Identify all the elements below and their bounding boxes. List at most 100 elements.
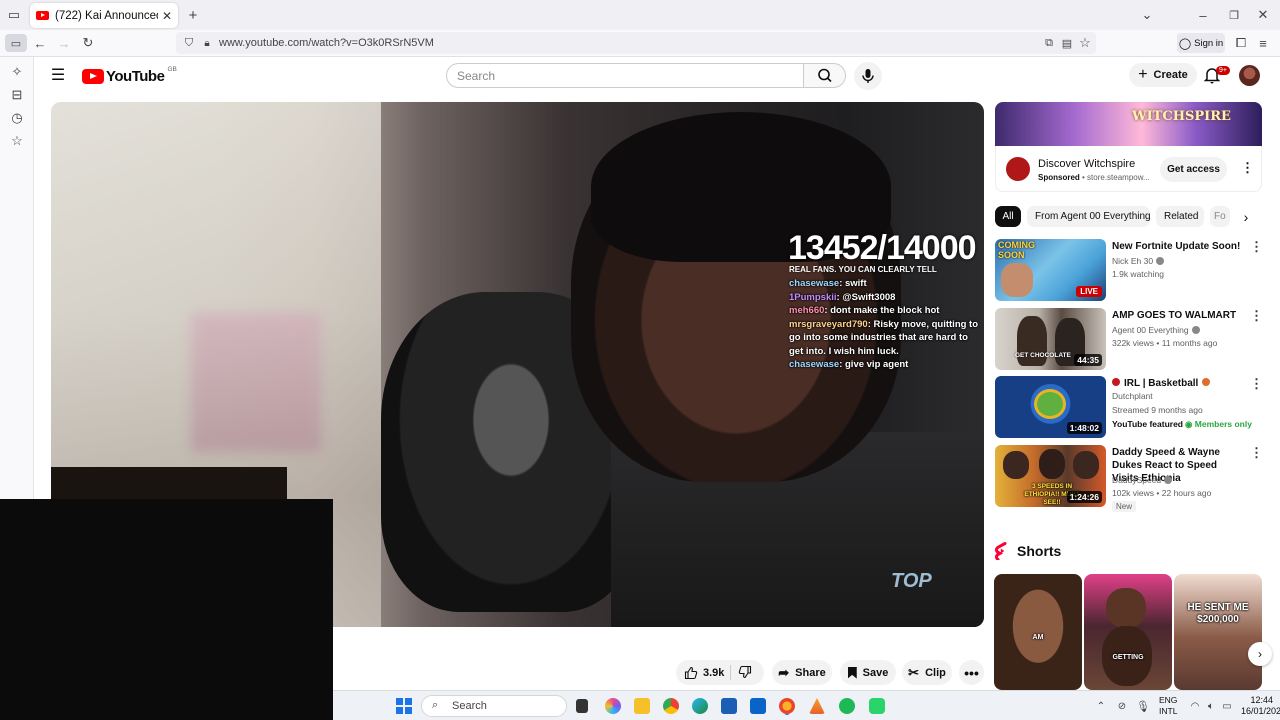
- store-icon[interactable]: [721, 698, 737, 714]
- more-options-icon[interactable]: ⋮: [1250, 376, 1263, 392]
- taskbar-search[interactable]: ⌕ Search: [421, 695, 567, 717]
- app-icon[interactable]: [809, 698, 825, 714]
- like-button[interactable]: 3.9k: [684, 666, 724, 680]
- thumbnail-face: [1001, 263, 1033, 297]
- more-options-icon[interactable]: ⋮: [1250, 239, 1263, 255]
- thumbnail[interactable]: 1:48:02: [995, 376, 1106, 438]
- outlook-icon[interactable]: [750, 698, 766, 714]
- bookmark-star-icon[interactable]: ☆: [1078, 35, 1092, 51]
- more-options-icon[interactable]: ⋮: [1250, 445, 1263, 461]
- thumbnail[interactable]: 3 SPEEDS IN ETHIOPIA!! MUST SEE!! 1:24:2…: [995, 445, 1106, 507]
- share-button[interactable]: ➦ Share: [772, 660, 832, 685]
- close-window-icon[interactable]: ✕: [1256, 7, 1270, 23]
- history-icon[interactable]: ◷: [10, 110, 24, 125]
- forward-icon[interactable]: →: [57, 35, 71, 51]
- recommendation-item[interactable]: GET CHOCOLATE 44:35 AMP GOES TO WALMART …: [995, 308, 1263, 372]
- app-icon[interactable]: [869, 698, 885, 714]
- bookmarks-icon[interactable]: ☆: [10, 133, 24, 148]
- picture-in-picture-icon[interactable]: ⧉: [1042, 35, 1056, 51]
- ad-title[interactable]: Discover Witchspire: [1038, 158, 1135, 170]
- new-tab-icon[interactable]: +: [186, 7, 200, 24]
- short-item[interactable]: AM: [994, 574, 1082, 690]
- list-all-tabs-icon[interactable]: ⌄: [1140, 7, 1154, 23]
- search-icon: ⌕: [432, 699, 439, 711]
- recommendation-item[interactable]: 1:48:02 IRL | Basketball Dutchplant Stre…: [995, 376, 1263, 440]
- hamburger-menu-icon[interactable]: ☰: [50, 67, 66, 84]
- volume-icon[interactable]: 🔈︎: [1205, 699, 1217, 713]
- language-indicator[interactable]: ENG INTL: [1159, 695, 1177, 717]
- channel-name: DaddySpeed: [1112, 475, 1173, 485]
- ai-chat-icon[interactable]: ✧: [10, 64, 24, 79]
- video-title-text: IRL | Basketball: [1124, 378, 1199, 389]
- tab-list-icon[interactable]: ▭: [6, 7, 22, 22]
- overlapping-window[interactable]: [0, 499, 333, 720]
- spotify-icon[interactable]: [839, 698, 855, 714]
- account-avatar[interactable]: [1239, 65, 1260, 86]
- video-watermark: TOP: [891, 570, 932, 592]
- address-bar[interactable]: ⛉ 🔒︎ www.youtube.com/watch?v=O3k0RSrN5VM…: [176, 32, 1096, 54]
- firefox-icon[interactable]: [779, 698, 795, 714]
- chips-next-icon[interactable]: ›: [1238, 208, 1254, 226]
- windows-logo-icon: [396, 698, 403, 705]
- thumbnail[interactable]: GET CHOCOLATE 44:35: [995, 308, 1106, 370]
- thumbs-up-icon: [684, 666, 698, 679]
- task-view-icon[interactable]: [576, 699, 588, 713]
- dislike-button[interactable]: [738, 665, 752, 682]
- browser-tab[interactable]: (722) Kai Announced It's Over... ✕: [30, 3, 178, 28]
- youtube-favicon-icon: [36, 11, 49, 20]
- chip-related[interactable]: Related: [1156, 206, 1204, 227]
- ad-cta-button[interactable]: Get access: [1160, 157, 1227, 182]
- chrome-icon[interactable]: [663, 698, 679, 714]
- recommendation-item[interactable]: COMING SOON LIVE New Fortnite Update Soo…: [995, 239, 1263, 303]
- logo-country: GB: [167, 66, 177, 73]
- sign-in-button[interactable]: ◯ Sign in: [1177, 33, 1225, 53]
- ad-menu-icon[interactable]: ⋮: [1241, 160, 1254, 176]
- tracking-protection-icon[interactable]: ⛉: [182, 35, 196, 51]
- create-button[interactable]: + Create: [1129, 63, 1197, 87]
- featured-label: YouTube featured: [1112, 419, 1183, 429]
- search-input[interactable]: Search: [446, 63, 804, 88]
- more-options-icon[interactable]: ⋮: [1250, 308, 1263, 324]
- chip-all[interactable]: All: [995, 206, 1021, 227]
- extensions-icon[interactable]: ⧠: [1234, 35, 1248, 51]
- recommendation-item[interactable]: 3 SPEEDS IN ETHIOPIA!! MUST SEE!! 1:24:2…: [995, 445, 1263, 512]
- network-off-icon[interactable]: ⊘: [1115, 699, 1129, 713]
- synced-tabs-icon[interactable]: ⊟: [10, 87, 24, 102]
- battery-icon[interactable]: ▭: [1221, 699, 1233, 713]
- copilot-icon[interactable]: [605, 698, 621, 714]
- youtube-logo[interactable]: YouTube GB: [82, 66, 177, 85]
- overlapping-window-preview: [51, 467, 287, 499]
- chip-from-channel[interactable]: From Agent 00 Everything: [1027, 206, 1150, 227]
- restore-icon[interactable]: ❐: [1227, 7, 1241, 23]
- voice-search-button[interactable]: [854, 62, 882, 90]
- microphone-icon[interactable]: 🎙︎: [1136, 699, 1150, 713]
- save-button[interactable]: Save: [840, 660, 896, 685]
- back-icon[interactable]: ←: [33, 35, 47, 51]
- sidebar-toggle-icon[interactable]: ▭: [5, 34, 27, 52]
- start-button[interactable]: [396, 698, 412, 714]
- ad-logo[interactable]: [1006, 157, 1030, 181]
- clock[interactable]: 12:44 16/01/2026: [1241, 695, 1280, 717]
- clock-time: 12:44: [1250, 695, 1273, 705]
- search-button[interactable]: [803, 63, 846, 88]
- lock-icon[interactable]: 🔒︎: [202, 35, 212, 51]
- wifi-icon[interactable]: ◠: [1189, 699, 1201, 713]
- file-explorer-icon[interactable]: [634, 698, 650, 714]
- stream-chat-overlay: chasewase: swift 1Pumpskii: @Swift3008 m…: [789, 277, 979, 372]
- clip-button[interactable]: ✂ Clip: [902, 660, 952, 685]
- show-hidden-icons[interactable]: ⌃: [1095, 699, 1107, 713]
- more-actions-button[interactable]: •••: [959, 660, 984, 685]
- menu-icon[interactable]: ≡: [1256, 35, 1270, 51]
- reload-icon[interactable]: ↻: [81, 35, 95, 51]
- close-tab-icon[interactable]: ✕: [162, 9, 172, 23]
- stream-counter: 13452/14000: [788, 229, 977, 267]
- reader-view-icon[interactable]: ▤: [1060, 35, 1074, 51]
- short-item[interactable]: HE SENT ME $200,000: [1174, 574, 1262, 690]
- thumbnail[interactable]: COMING SOON LIVE: [995, 239, 1106, 301]
- shorts-next-button[interactable]: ›: [1248, 642, 1272, 666]
- chip-partial[interactable]: Fo: [1210, 206, 1230, 227]
- edge-icon[interactable]: [692, 698, 708, 714]
- minimize-icon[interactable]: –: [1196, 7, 1210, 23]
- stream-counter-subtitle: REAL FANS. YOU CAN CLEARLY TELL: [789, 265, 937, 274]
- short-item[interactable]: GETTING: [1084, 574, 1172, 690]
